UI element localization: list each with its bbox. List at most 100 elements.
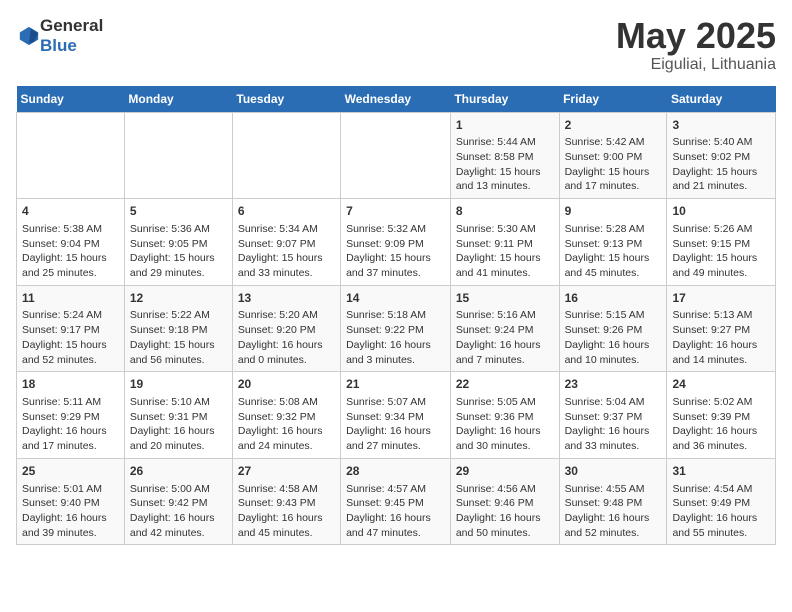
calendar-cell: 26Sunrise: 5:00 AM Sunset: 9:42 PM Dayli… <box>124 458 232 545</box>
day-info: Sunrise: 5:07 AM Sunset: 9:34 PM Dayligh… <box>346 395 445 454</box>
day-number: 25 <box>22 463 119 480</box>
day-number: 22 <box>456 376 554 393</box>
calendar-cell: 8Sunrise: 5:30 AM Sunset: 9:11 PM Daylig… <box>450 199 559 286</box>
day-info: Sunrise: 4:54 AM Sunset: 9:49 PM Dayligh… <box>672 482 770 541</box>
day-number: 17 <box>672 290 770 307</box>
day-number: 14 <box>346 290 445 307</box>
calendar-week-row: 25 Sunrise: 5:01 AM Sunset: 9:40 PM Dayli… <box>17 458 776 545</box>
day-info: Sunrise: 5:16 AM Sunset: 9:24 PM Dayligh… <box>456 308 554 367</box>
day-number: 8 <box>456 203 554 220</box>
calendar-cell: 6 Sunrise: 5:34 AM Sunset: 9:07 PM Daylig… <box>232 199 340 286</box>
weekday-header-tuesday: Tuesday <box>232 86 340 113</box>
day-number: 11 <box>22 290 119 307</box>
logo: General Blue <box>16 16 103 56</box>
day-info: Sunrise: 5:44 AM Sunset: 8:58 PM Dayligh… <box>456 135 554 194</box>
calendar-cell: 24 Sunrise: 5:02 AM Sunset: 9:39 PM Dayli… <box>667 372 776 459</box>
calendar-cell: 9 Sunrise: 5:28 AM Sunset: 9:13 PM Daylig… <box>559 199 667 286</box>
day-info: Sunrise: 5:34 AM Sunset: 9:07 PM Dayligh… <box>238 222 335 281</box>
day-info: Sunrise: 5:40 AM Sunset: 9:02 PM Dayligh… <box>672 135 770 194</box>
day-info: Sunrise: 5:26 AM Sunset: 9:15 PM Dayligh… <box>672 222 770 281</box>
weekday-header-row: SundayMondayTuesdayWednesdayThursdayFrid… <box>17 86 776 113</box>
calendar-cell: 21 Sunrise: 5:07 AM Sunset: 9:34 PM Dayli… <box>341 372 451 459</box>
day-number: 28 <box>346 463 445 480</box>
title-block: May 2025 Eiguliai, Lithuania <box>616 16 776 74</box>
calendar-title: May 2025 <box>616 16 776 56</box>
day-number: 4 <box>22 203 119 220</box>
day-info: Sunrise: 4:56 AM Sunset: 9:46 PM Dayligh… <box>456 482 554 541</box>
day-number: 21 <box>346 376 445 393</box>
calendar-cell: 15Sunrise: 5:16 AM Sunset: 9:24 PM Dayli… <box>450 285 559 372</box>
page-header: General Blue May 2025 Eiguliai, Lithuani… <box>16 16 776 74</box>
day-info: Sunrise: 5:28 AM Sunset: 9:13 PM Dayligh… <box>565 222 662 281</box>
calendar-cell: 10 Sunrise: 5:26 AM Sunset: 9:15 PM Dayli… <box>667 199 776 286</box>
calendar-cell <box>124 112 232 199</box>
calendar-cell: 27Sunrise: 4:58 AM Sunset: 9:43 PM Dayli… <box>232 458 340 545</box>
day-info: Sunrise: 5:42 AM Sunset: 9:00 PM Dayligh… <box>565 135 662 194</box>
day-number: 9 <box>565 203 662 220</box>
day-number: 20 <box>238 376 335 393</box>
calendar-cell: 5 Sunrise: 5:36 AM Sunset: 9:05 PM Daylig… <box>124 199 232 286</box>
day-info: Sunrise: 5:11 AM Sunset: 9:29 PM Dayligh… <box>22 395 119 454</box>
calendar-cell <box>341 112 451 199</box>
logo-icon <box>18 25 40 47</box>
day-number: 12 <box>130 290 227 307</box>
day-info: Sunrise: 5:13 AM Sunset: 9:27 PM Dayligh… <box>672 308 770 367</box>
day-info: Sunrise: 5:20 AM Sunset: 9:20 PM Dayligh… <box>238 308 335 367</box>
calendar-cell <box>17 112 125 199</box>
calendar-cell: 4 Sunrise: 5:38 AM Sunset: 9:04 PM Daylig… <box>17 199 125 286</box>
day-number: 29 <box>456 463 554 480</box>
day-info: Sunrise: 5:10 AM Sunset: 9:31 PM Dayligh… <box>130 395 227 454</box>
calendar-cell: 11Sunrise: 5:24 AM Sunset: 9:17 PM Dayli… <box>17 285 125 372</box>
calendar-week-row: 11Sunrise: 5:24 AM Sunset: 9:17 PM Dayli… <box>17 285 776 372</box>
weekday-header-sunday: Sunday <box>17 86 125 113</box>
day-number: 23 <box>565 376 662 393</box>
calendar-cell: 23 Sunrise: 5:04 AM Sunset: 9:37 PM Dayli… <box>559 372 667 459</box>
day-info: Sunrise: 5:22 AM Sunset: 9:18 PM Dayligh… <box>130 308 227 367</box>
day-info: Sunrise: 5:18 AM Sunset: 9:22 PM Dayligh… <box>346 308 445 367</box>
day-number: 31 <box>672 463 770 480</box>
day-number: 6 <box>238 203 335 220</box>
calendar-week-row: 4 Sunrise: 5:38 AM Sunset: 9:04 PM Daylig… <box>17 199 776 286</box>
day-info: Sunrise: 5:08 AM Sunset: 9:32 PM Dayligh… <box>238 395 335 454</box>
calendar-cell: 30Sunrise: 4:55 AM Sunset: 9:48 PM Dayli… <box>559 458 667 545</box>
calendar-cell: 12Sunrise: 5:22 AM Sunset: 9:18 PM Dayli… <box>124 285 232 372</box>
calendar-cell: 20 Sunrise: 5:08 AM Sunset: 9:32 PM Dayli… <box>232 372 340 459</box>
day-number: 24 <box>672 376 770 393</box>
day-info: Sunrise: 5:01 AM Sunset: 9:40 PM Dayligh… <box>22 482 119 541</box>
calendar-cell: 18 Sunrise: 5:11 AM Sunset: 9:29 PM Dayli… <box>17 372 125 459</box>
calendar-cell: 16Sunrise: 5:15 AM Sunset: 9:26 PM Dayli… <box>559 285 667 372</box>
calendar-cell: 25 Sunrise: 5:01 AM Sunset: 9:40 PM Dayli… <box>17 458 125 545</box>
day-info: Sunrise: 4:57 AM Sunset: 9:45 PM Dayligh… <box>346 482 445 541</box>
day-number: 10 <box>672 203 770 220</box>
day-number: 26 <box>130 463 227 480</box>
weekday-header-wednesday: Wednesday <box>341 86 451 113</box>
weekday-header-friday: Friday <box>559 86 667 113</box>
calendar-cell: 29 Sunrise: 4:56 AM Sunset: 9:46 PM Dayli… <box>450 458 559 545</box>
day-number: 1 <box>456 117 554 134</box>
calendar-cell: 22 Sunrise: 5:05 AM Sunset: 9:36 PM Dayli… <box>450 372 559 459</box>
day-number: 27 <box>238 463 335 480</box>
day-info: Sunrise: 5:04 AM Sunset: 9:37 PM Dayligh… <box>565 395 662 454</box>
day-number: 2 <box>565 117 662 134</box>
calendar-cell: 31 Sunrise: 4:54 AM Sunset: 9:49 PM Dayli… <box>667 458 776 545</box>
calendar-week-row: 18 Sunrise: 5:11 AM Sunset: 9:29 PM Dayli… <box>17 372 776 459</box>
day-number: 13 <box>238 290 335 307</box>
calendar-table: SundayMondayTuesdayWednesdayThursdayFrid… <box>16 86 776 546</box>
calendar-cell: 1Sunrise: 5:44 AM Sunset: 8:58 PM Daylig… <box>450 112 559 199</box>
day-number: 18 <box>22 376 119 393</box>
calendar-cell <box>232 112 340 199</box>
day-info: Sunrise: 5:38 AM Sunset: 9:04 PM Dayligh… <box>22 222 119 281</box>
day-info: Sunrise: 4:55 AM Sunset: 9:48 PM Dayligh… <box>565 482 662 541</box>
day-info: Sunrise: 5:05 AM Sunset: 9:36 PM Dayligh… <box>456 395 554 454</box>
day-number: 3 <box>672 117 770 134</box>
day-number: 15 <box>456 290 554 307</box>
calendar-cell: 19Sunrise: 5:10 AM Sunset: 9:31 PM Dayli… <box>124 372 232 459</box>
weekday-header-saturday: Saturday <box>667 86 776 113</box>
calendar-cell: 2Sunrise: 5:42 AM Sunset: 9:00 PM Daylig… <box>559 112 667 199</box>
day-info: Sunrise: 5:36 AM Sunset: 9:05 PM Dayligh… <box>130 222 227 281</box>
day-info: Sunrise: 5:24 AM Sunset: 9:17 PM Dayligh… <box>22 308 119 367</box>
calendar-subtitle: Eiguliai, Lithuania <box>616 56 776 74</box>
day-info: Sunrise: 5:02 AM Sunset: 9:39 PM Dayligh… <box>672 395 770 454</box>
calendar-cell: 14Sunrise: 5:18 AM Sunset: 9:22 PM Dayli… <box>341 285 451 372</box>
day-number: 5 <box>130 203 227 220</box>
